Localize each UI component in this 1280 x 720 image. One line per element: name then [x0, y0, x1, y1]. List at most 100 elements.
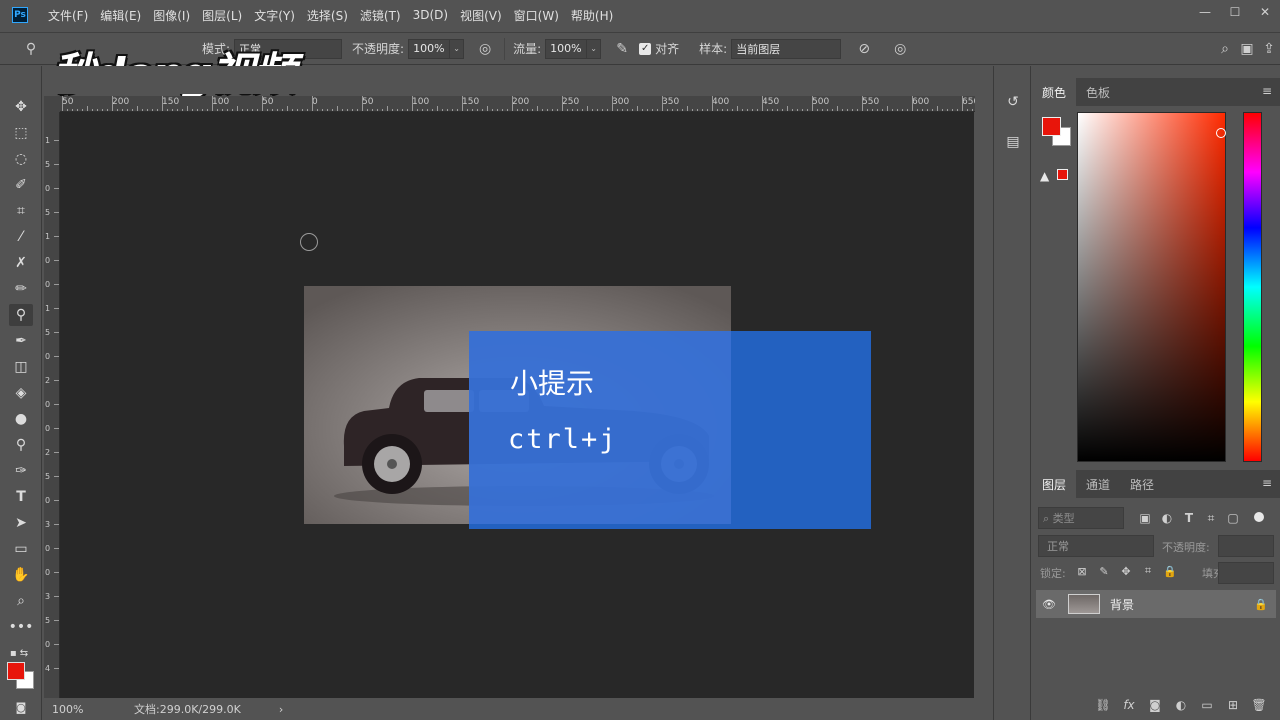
brush-tool-icon[interactable]: ✏	[9, 278, 33, 300]
blend-mode-select[interactable]: 正常	[1038, 535, 1154, 557]
menu-view[interactable]: 视图(V)	[454, 7, 508, 24]
more-tools-icon[interactable]: •••	[9, 616, 34, 638]
layers-panel-menu-icon[interactable]: ≡	[1262, 476, 1272, 490]
move-tool-icon[interactable]: ✥	[9, 96, 33, 118]
menu-layer[interactable]: 图层(L)	[196, 7, 248, 24]
clone-stamp-preset-icon[interactable]: ⚲	[20, 38, 42, 60]
align-checkbox[interactable]: ✓	[639, 42, 652, 55]
panel-menu-icon[interactable]: ≡	[1262, 84, 1272, 98]
pressure-opacity-icon[interactable]: ◎	[474, 38, 496, 60]
share-icon[interactable]: ⇪	[1258, 38, 1280, 60]
tab-paths[interactable]: 路径	[1120, 470, 1164, 498]
blur-tool-icon[interactable]: ●	[9, 408, 33, 430]
tab-color[interactable]: 颜色	[1032, 78, 1077, 106]
layer-name[interactable]: 背景	[1110, 596, 1134, 613]
pressure-size-icon[interactable]: ◎	[889, 38, 911, 60]
rectangle-tool-icon[interactable]: ▭	[9, 538, 33, 560]
workspace-icon[interactable]: ▣	[1236, 38, 1258, 60]
out-of-gamut-warning-icon: ▲	[1040, 169, 1050, 183]
filter-adjustment-icon[interactable]: ◐	[1158, 509, 1176, 527]
ruler-tick	[912, 96, 913, 111]
properties-panel-icon[interactable]: ▤	[1003, 132, 1023, 152]
saturation-brightness-field[interactable]	[1077, 112, 1226, 462]
menu-filter[interactable]: 滤镜(T)	[354, 7, 407, 24]
crop-tool-icon[interactable]: ⌗	[9, 200, 33, 222]
swap-colors-icon[interactable]: ▪ ⇆	[4, 642, 34, 664]
fill-input[interactable]	[1218, 562, 1274, 584]
sample-select[interactable]: 当前图层	[731, 38, 842, 59]
minimize-icon[interactable]: —	[1190, 0, 1220, 24]
hand-tool-icon[interactable]: ✋	[9, 564, 33, 586]
flow-input[interactable]: 100%	[545, 38, 588, 59]
link-layers-icon[interactable]: ⛓	[1090, 695, 1116, 715]
layer-row[interactable]: 👁 背景 🔒	[1036, 590, 1276, 618]
layer-opacity-input[interactable]	[1218, 535, 1274, 557]
adjustment-layer-icon[interactable]: ◐	[1168, 695, 1194, 715]
horizontal-ruler[interactable]: 50 200 150 100 50 0 50 100 150 200 250 300 350 400 450…	[60, 96, 975, 112]
new-group-icon[interactable]: ▭	[1194, 695, 1220, 715]
filter-smart-object-icon[interactable]: ▢	[1224, 509, 1242, 527]
clone-stamp-tool-icon[interactable]: ⚲	[9, 304, 33, 326]
lock-position-icon[interactable]: ✥	[1118, 563, 1134, 579]
menu-file[interactable]: 文件(F)	[42, 7, 94, 24]
paint-bucket-tool-icon[interactable]: ◈	[9, 382, 33, 404]
zoom-level[interactable]: 100%	[52, 703, 112, 716]
status-expand-icon[interactable]: ›	[279, 703, 283, 716]
gamut-color-swatch[interactable]	[1057, 169, 1068, 180]
opacity-dropdown-icon[interactable]: ⌄	[450, 38, 465, 59]
eraser-tool-icon[interactable]: ◫	[9, 356, 33, 378]
new-layer-icon[interactable]: ⊞	[1220, 695, 1246, 715]
path-selection-tool-icon[interactable]: ➤	[9, 512, 33, 534]
ruler-tick-label: 500	[812, 97, 830, 107]
maximize-icon[interactable]: ☐	[1220, 0, 1250, 24]
type-tool-icon[interactable]: T	[9, 486, 33, 508]
foreground-color-swatch[interactable]	[7, 662, 25, 680]
quick-select-tool-icon[interactable]: ✐	[9, 174, 33, 196]
eyedropper-tool-icon[interactable]: ⁄	[9, 226, 33, 248]
lock-image-icon[interactable]: ✎	[1096, 563, 1112, 579]
menu-3d[interactable]: 3D(D)	[407, 8, 454, 22]
add-mask-icon[interactable]: ◙	[1142, 695, 1168, 715]
lock-all-icon[interactable]: 🔒	[1162, 563, 1178, 579]
close-icon[interactable]: ✕	[1250, 0, 1280, 24]
color-panel-foreground-swatch[interactable]	[1042, 117, 1061, 136]
layer-filter-select[interactable]: ⌕ 类型	[1038, 507, 1124, 529]
marquee-tool-icon[interactable]: ⬚	[9, 122, 33, 144]
color-picker-marker[interactable]	[1216, 128, 1226, 138]
tab-layers[interactable]: 图层	[1032, 470, 1077, 498]
menu-image[interactable]: 图像(I)	[147, 7, 196, 24]
lock-artboard-icon[interactable]: ⌗	[1140, 563, 1156, 579]
zoom-tool-icon[interactable]: ⌕	[9, 590, 33, 612]
lock-transparent-icon[interactable]: ⊠	[1074, 563, 1090, 579]
menu-type[interactable]: 文字(Y)	[248, 7, 301, 24]
search-icon[interactable]: ⌕	[1214, 38, 1236, 60]
menu-help[interactable]: 帮助(H)	[565, 7, 619, 24]
quick-mask-icon[interactable]: ◙	[9, 696, 33, 718]
visibility-eye-icon[interactable]: 👁	[1038, 598, 1060, 611]
pen-tool-icon[interactable]: ✑	[9, 460, 33, 482]
menu-window[interactable]: 窗口(W)	[508, 7, 565, 24]
filter-pixel-icon[interactable]: ▣	[1136, 509, 1154, 527]
layer-style-icon[interactable]: fx	[1116, 695, 1142, 715]
filter-shape-icon[interactable]: ⌗	[1202, 509, 1220, 527]
hue-slider[interactable]	[1243, 112, 1262, 462]
tab-channels[interactable]: 通道	[1076, 470, 1120, 498]
filter-toggle-icon[interactable]	[1254, 512, 1264, 522]
menu-select[interactable]: 选择(S)	[301, 7, 354, 24]
healing-brush-tool-icon[interactable]: ✗	[9, 252, 33, 274]
opacity-input[interactable]: 100%	[408, 38, 451, 59]
flow-dropdown-icon[interactable]: ⌄	[587, 38, 602, 59]
tab-swatches[interactable]: 色板	[1076, 78, 1120, 106]
delete-layer-icon[interactable]: 🗑	[1246, 695, 1272, 715]
lasso-tool-icon[interactable]: ◌	[9, 148, 33, 170]
history-panel-icon[interactable]: ↺	[1003, 92, 1023, 112]
vertical-ruler[interactable]: 15051001502002503003504	[44, 112, 60, 698]
filter-type-icon[interactable]: T	[1180, 509, 1198, 527]
menu-edit[interactable]: 编辑(E)	[94, 7, 147, 24]
dodge-tool-icon[interactable]: ⚲	[9, 434, 33, 456]
ignore-adjustment-layers-icon[interactable]: ⊘	[853, 38, 875, 60]
ruler-tick-label: 150	[162, 97, 180, 107]
airbrush-icon[interactable]: ✎	[611, 38, 633, 60]
history-brush-tool-icon[interactable]: ✒	[9, 330, 33, 352]
ruler-tick	[62, 96, 63, 111]
